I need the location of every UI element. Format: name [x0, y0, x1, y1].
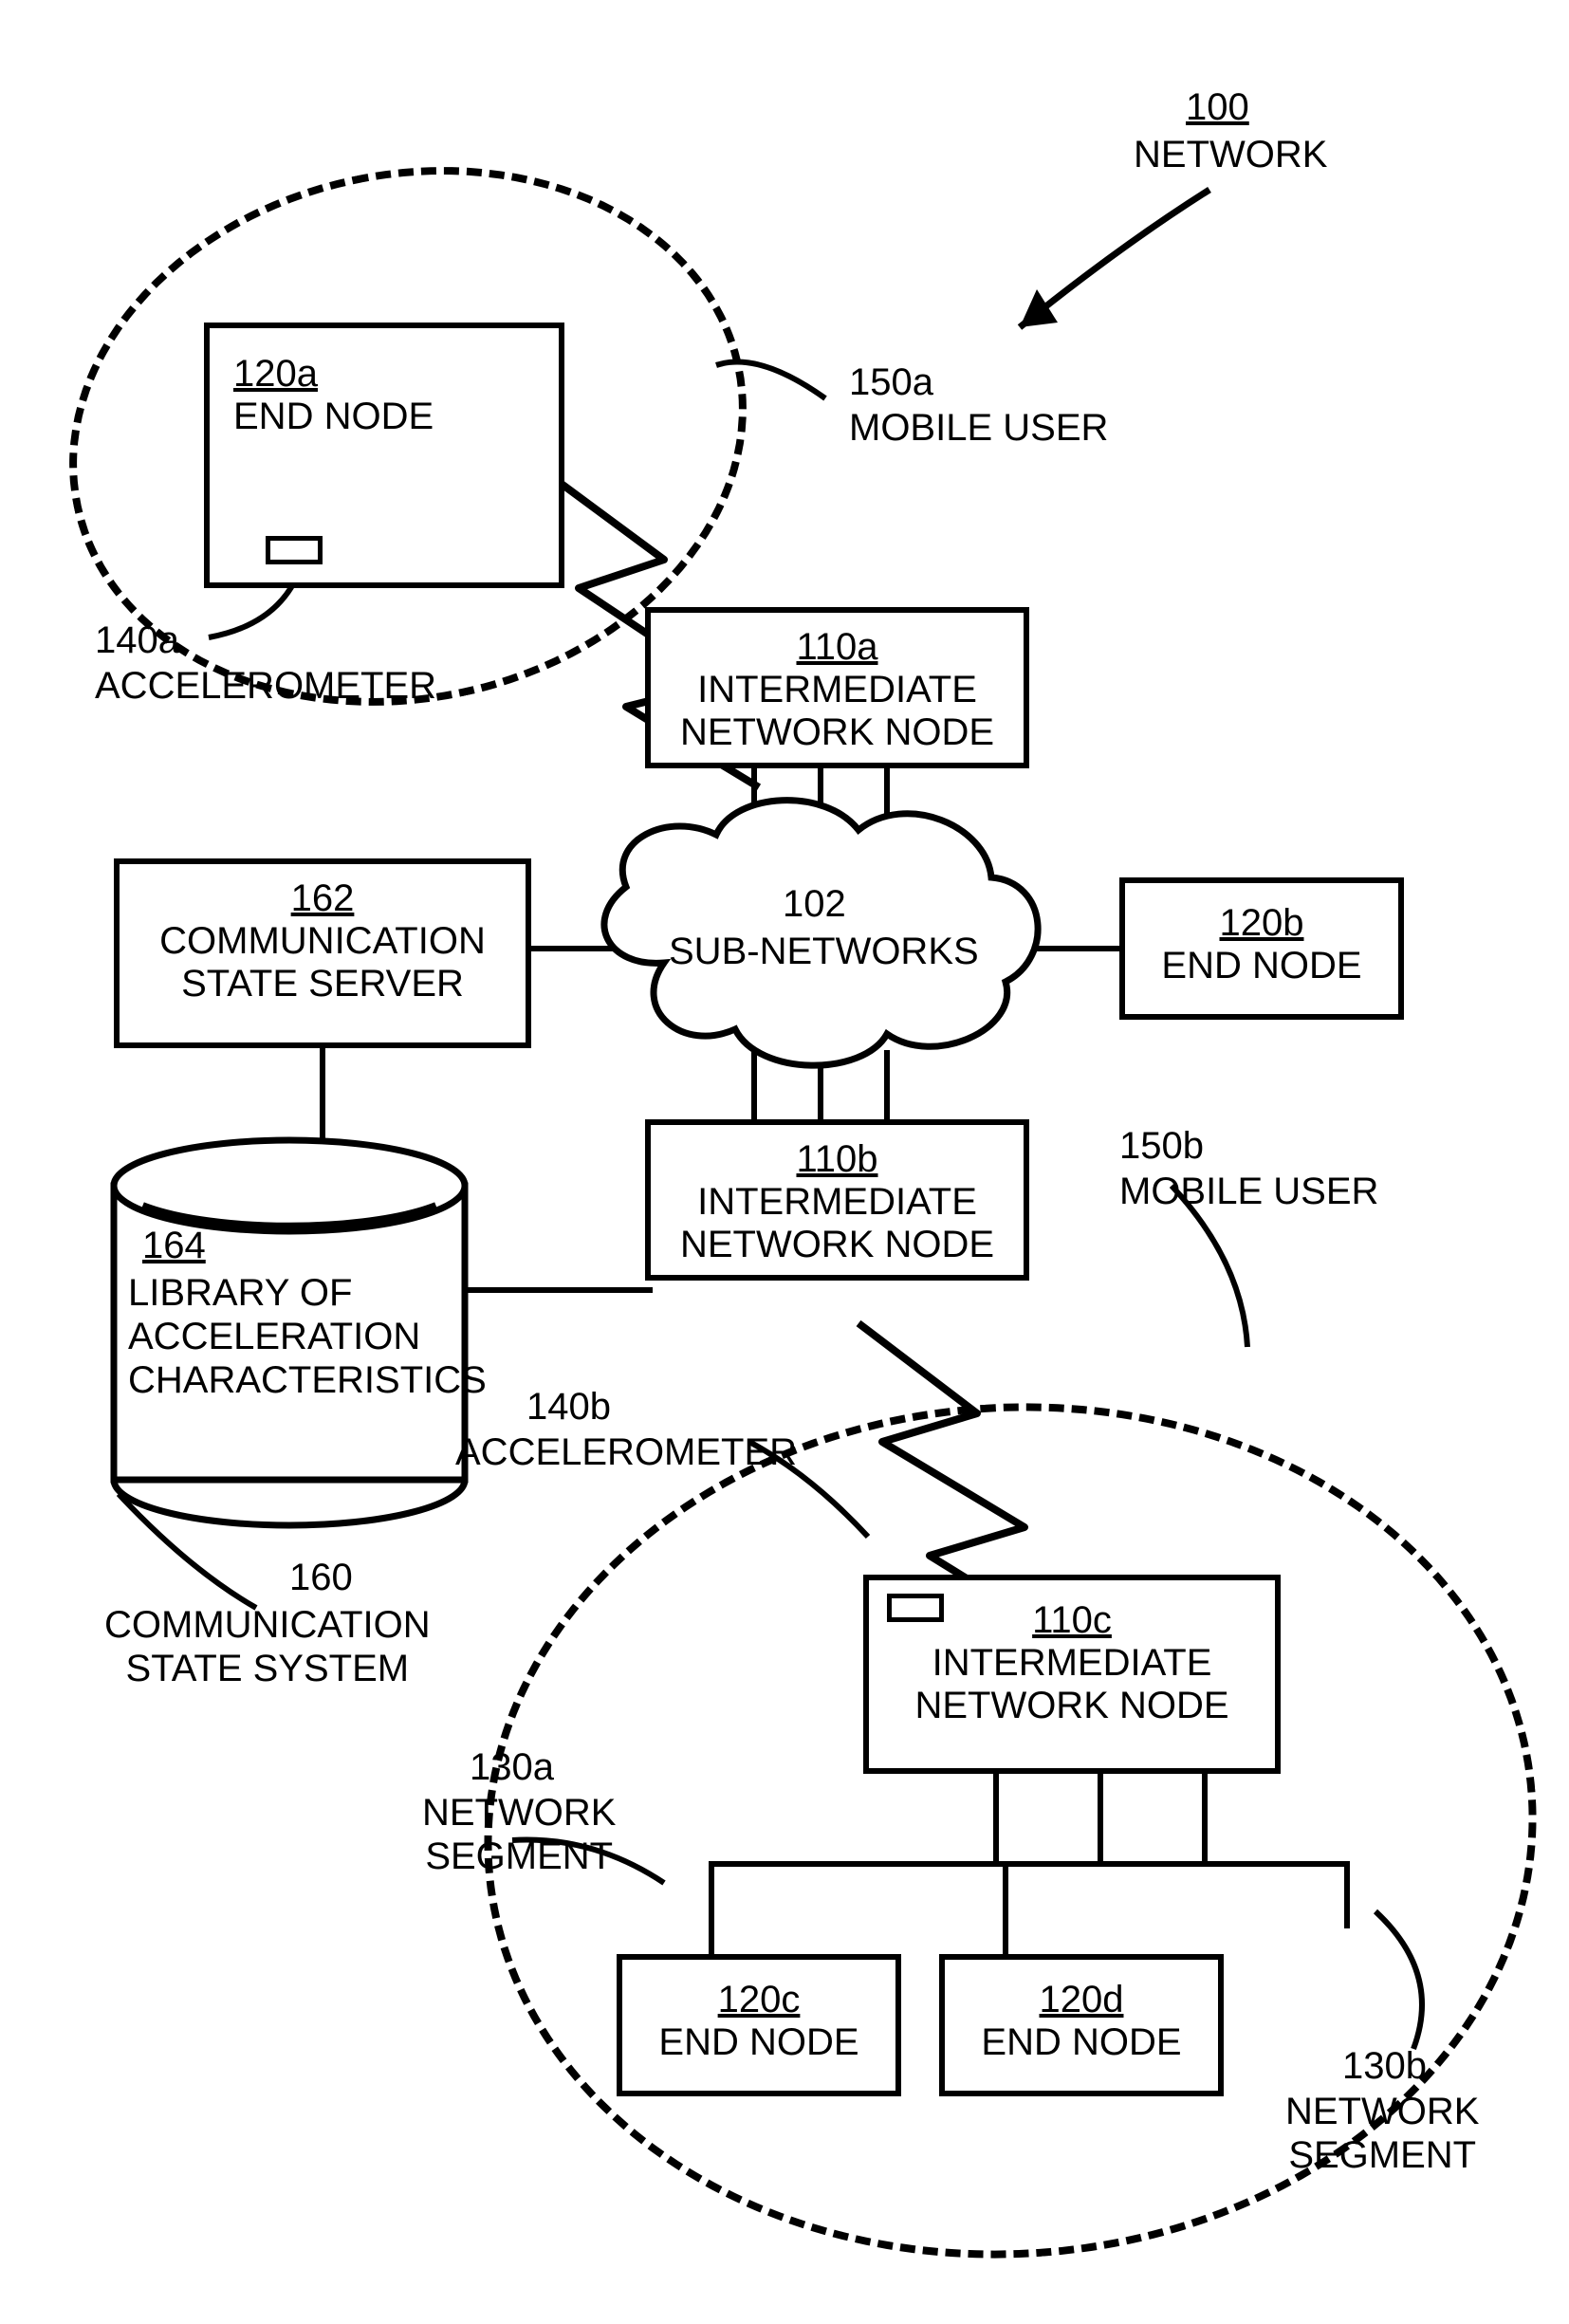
caption-library: LIBRARY OF ACCELERATION CHARACTERISTICS: [128, 1271, 487, 1402]
caption-commserver: COMMUNICATION STATE SERVER: [120, 920, 526, 1005]
caption-endnode-b: END NODE: [1125, 945, 1398, 987]
caption-network: NETWORK: [1134, 133, 1327, 176]
ref-102: 102: [783, 882, 846, 926]
ref-162: 162: [291, 877, 355, 920]
end-node-120a: 120a END NODE: [204, 323, 564, 588]
caption-segment-b: NETWORK SEGMENT: [1285, 2090, 1479, 2177]
ref-140a: 140a: [95, 618, 179, 662]
ref-130a: 130a: [470, 1745, 554, 1789]
caption-endnode-120a: END NODE: [233, 396, 535, 438]
intermediate-node-110a: 110a INTERMEDIATE NETWORK NODE: [645, 607, 1029, 768]
caption-mobileuser-b: MOBILE USER: [1119, 1170, 1378, 1213]
ref-160: 160: [289, 1556, 353, 1599]
caption-accelerometer-a: ACCELEROMETER: [95, 664, 436, 708]
caption-intermediate-a: INTERMEDIATE NETWORK NODE: [651, 669, 1024, 754]
ref-164: 164: [142, 1224, 206, 1267]
ref-120c: 120c: [718, 1979, 801, 2021]
caption-endnode-d: END NODE: [945, 2021, 1218, 2064]
ref-110a: 110a: [796, 626, 877, 669]
end-node-120c: 120c END NODE: [617, 1954, 901, 2096]
ref-110b: 110b: [796, 1138, 877, 1181]
caption-intermediate-c: INTERMEDIATE NETWORK NODE: [869, 1642, 1275, 1727]
ref-100: 100: [1186, 85, 1249, 129]
ref-110c: 110c: [1032, 1599, 1112, 1642]
ref-130b: 130b: [1342, 2044, 1427, 2088]
caption-segment-a: NETWORK SEGMENT: [422, 1791, 616, 1878]
end-node-120b: 120b END NODE: [1119, 877, 1404, 1020]
accelerometer-140a-icon: [266, 536, 323, 564]
caption-commsys: COMMUNICATION STATE SYSTEM: [104, 1603, 431, 1690]
caption-subnetworks: SUB-NETWORKS: [669, 930, 972, 973]
comm-state-server: 162 COMMUNICATION STATE SERVER: [114, 858, 531, 1048]
intermediate-node-110b: 110b INTERMEDIATE NETWORK NODE: [645, 1119, 1029, 1281]
ref-120b: 120b: [1220, 902, 1304, 945]
ref-120d: 120d: [1040, 1979, 1124, 2021]
caption-mobileuser-a: MOBILE USER: [849, 406, 1108, 450]
accelerometer-140b-icon: [887, 1594, 944, 1622]
caption-endnode-c: END NODE: [622, 2021, 895, 2064]
end-node-120d: 120d END NODE: [939, 1954, 1224, 2096]
caption-intermediate-b: INTERMEDIATE NETWORK NODE: [651, 1181, 1024, 1266]
ref-150a: 150a: [849, 360, 933, 404]
ref-120a: 120a: [233, 353, 318, 396]
ref-150b: 150b: [1119, 1124, 1204, 1168]
caption-accelerometer-b: ACCELEROMETER: [455, 1430, 797, 1474]
ref-140b: 140b: [526, 1385, 611, 1429]
